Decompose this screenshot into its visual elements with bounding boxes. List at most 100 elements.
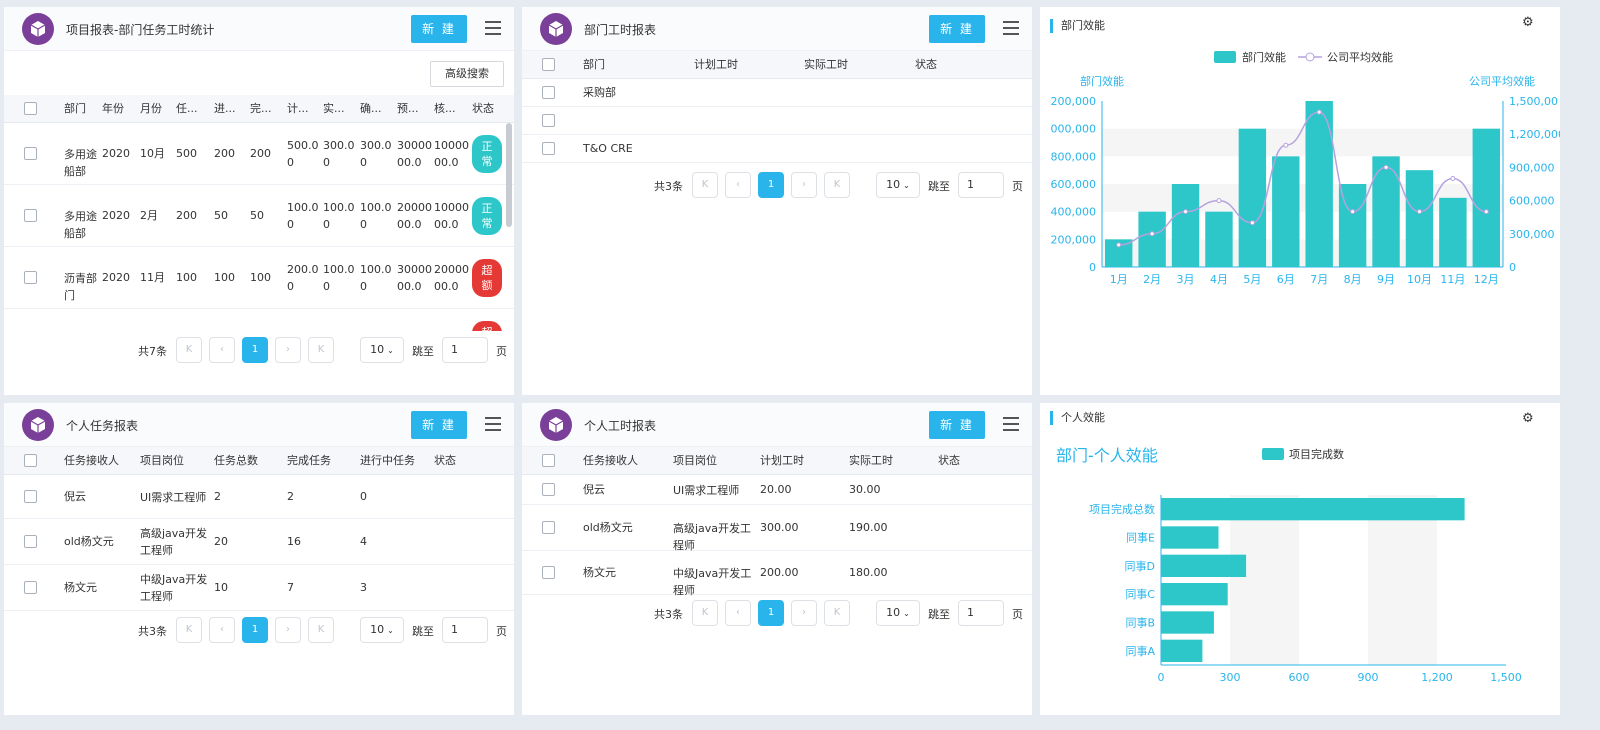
- table-cell: 中级Java开发工程师: [140, 573, 208, 603]
- table-row[interactable]: 采购部: [522, 79, 1032, 107]
- row-checkbox[interactable]: [542, 114, 555, 127]
- last-page-button[interactable]: K: [824, 600, 850, 626]
- new-button[interactable]: 新 建: [411, 411, 467, 439]
- jump-page-input[interactable]: 1: [442, 617, 488, 643]
- row-checkbox[interactable]: [542, 521, 555, 534]
- new-button[interactable]: 新 建: [411, 15, 467, 43]
- y-tick-label: 同事C: [1125, 588, 1155, 601]
- select-all-checkbox[interactable]: [542, 454, 555, 467]
- column-header: 核...: [434, 102, 456, 115]
- row-checkbox[interactable]: [24, 271, 37, 284]
- column-header: 部门: [583, 58, 605, 71]
- prev-page-button[interactable]: ‹: [725, 172, 751, 198]
- table-row[interactable]: 倪云 UI需求工程师 2 2 0: [4, 475, 514, 519]
- status-label: 超: [480, 325, 494, 331]
- table-cell: 200: [250, 147, 271, 160]
- table-row[interactable]: 杨文元 中级Java开发工程师 10 7 3: [4, 565, 514, 611]
- table-row[interactable]: 多用途船部 2020 2月 200 50 50 100.00 100.00 100.00 2000…: [4, 185, 514, 247]
- row-checkbox[interactable]: [542, 142, 555, 155]
- new-button[interactable]: 新 建: [929, 15, 985, 43]
- table-cell: 300.00: [323, 139, 355, 169]
- page-size-select[interactable]: 10 ⌄: [360, 617, 404, 643]
- select-all-checkbox[interactable]: [24, 454, 37, 467]
- table-cell: 倪云: [583, 483, 605, 496]
- table-row[interactable]: 杨文元 中级Java开发工程师 200.00 180.00: [522, 551, 1032, 597]
- row-checkbox[interactable]: [24, 490, 37, 503]
- next-page-button[interactable]: ›: [275, 617, 301, 643]
- row-checkbox[interactable]: [24, 581, 37, 594]
- column-header: 状态: [915, 58, 937, 71]
- scrollbar[interactable]: [506, 123, 512, 227]
- list-menu-icon[interactable]: [1003, 417, 1019, 431]
- table-row[interactable]: T&O CRE: [522, 135, 1032, 163]
- table-row[interactable]: 沥青部门 2020 11月 100 100 100 200.00 100.00 100.00 30…: [4, 247, 514, 309]
- table-row[interactable]: old杨文元 高级java开发工程师 300.00 190.00: [522, 505, 1032, 552]
- list-menu-icon[interactable]: [1003, 21, 1019, 35]
- panel-personal-tasks: 个人任务报表 新 建 任务接收人 项目岗位 任务总数 完成任务 进行中任务 状态 倪云 UI…: [4, 403, 514, 715]
- select-all-checkbox[interactable]: [542, 58, 555, 71]
- jump-page-input[interactable]: 1: [958, 600, 1004, 626]
- table-row[interactable]: 倪云 UI需求工程师 20.00 30.00: [522, 475, 1032, 505]
- line-point-8月: [1350, 209, 1356, 215]
- next-page-button[interactable]: ›: [791, 172, 817, 198]
- column-header: 实际工时: [849, 454, 893, 467]
- next-page-button[interactable]: ›: [791, 600, 817, 626]
- table-row[interactable]: old杨文元 高级java开发工程师 20 16 4: [4, 519, 514, 565]
- first-page-button[interactable]: K: [176, 337, 202, 363]
- page-1-button[interactable]: 1: [242, 337, 268, 363]
- total-count: 共7条: [138, 345, 167, 358]
- total-count: 共3条: [654, 180, 683, 193]
- list-menu-icon[interactable]: [485, 21, 501, 35]
- list-menu-icon[interactable]: [485, 417, 501, 431]
- row-checkbox[interactable]: [24, 535, 37, 548]
- column-header: 实际工时: [804, 58, 848, 71]
- row-checkbox[interactable]: [24, 209, 37, 222]
- line-point-10月: [1416, 209, 1422, 215]
- page-size-select[interactable]: 10 ⌄: [876, 600, 920, 626]
- panel-title: 个人工时报表: [584, 419, 657, 433]
- x-tick-label: 7月: [1310, 273, 1328, 286]
- table-cell: 多用途船部: [64, 148, 97, 178]
- panel-title: 项目报表-部门任务工时统计: [66, 23, 215, 37]
- last-page-button[interactable]: K: [308, 337, 334, 363]
- row-checkbox[interactable]: [24, 147, 37, 160]
- prev-page-button[interactable]: ‹: [209, 337, 235, 363]
- jump-page-input[interactable]: 1: [958, 172, 1004, 198]
- grid-band: [1437, 495, 1506, 665]
- column-header: 预...: [397, 102, 419, 115]
- last-page-button[interactable]: K: [824, 172, 850, 198]
- page-size-select[interactable]: 10 ⌄: [360, 337, 404, 363]
- chevron-down-icon: ⌄: [903, 609, 910, 618]
- jump-page-input[interactable]: 1: [442, 337, 488, 363]
- table-cell: 100.00: [360, 201, 392, 231]
- x-tick-label: 11月: [1440, 273, 1465, 286]
- x-tick-label: 2月: [1143, 273, 1161, 286]
- first-page-button[interactable]: K: [692, 172, 718, 198]
- table-row[interactable]: [522, 107, 1032, 135]
- table-cell: 7: [287, 581, 294, 594]
- row-checkbox[interactable]: [542, 483, 555, 496]
- page-unit-label: 页: [1012, 608, 1023, 621]
- prev-page-button[interactable]: ‹: [209, 617, 235, 643]
- next-page-button[interactable]: ›: [275, 337, 301, 363]
- first-page-button[interactable]: K: [176, 617, 202, 643]
- table-cell: 300.00: [760, 521, 799, 534]
- table-cell: old杨文元: [583, 521, 633, 534]
- table-body: 倪云 UI需求工程师 2 2 0 old杨文元 高级java开发工程师 20 16 4 杨文元 中级J…: [4, 475, 514, 611]
- page-1-button[interactable]: 1: [242, 617, 268, 643]
- table-row[interactable]: 采购20010010030002000超: [4, 309, 514, 331]
- jump-label: 跳至: [928, 608, 950, 621]
- last-page-button[interactable]: K: [308, 617, 334, 643]
- select-all-checkbox[interactable]: [24, 102, 37, 115]
- table-row[interactable]: 多用途船部 2020 10月 500 200 200 500.00 300.00 300.00 3…: [4, 123, 514, 185]
- advanced-search-button[interactable]: 高级搜索: [430, 61, 504, 87]
- first-page-button[interactable]: K: [692, 600, 718, 626]
- row-checkbox[interactable]: [542, 86, 555, 99]
- page-size-select[interactable]: 10 ⌄: [876, 172, 920, 198]
- prev-page-button[interactable]: ‹: [725, 600, 751, 626]
- row-checkbox[interactable]: [542, 566, 555, 579]
- page-1-button[interactable]: 1: [758, 172, 784, 198]
- page-1-button[interactable]: 1: [758, 600, 784, 626]
- new-button[interactable]: 新 建: [929, 411, 985, 439]
- x-tick-label: 8月: [1344, 273, 1362, 286]
